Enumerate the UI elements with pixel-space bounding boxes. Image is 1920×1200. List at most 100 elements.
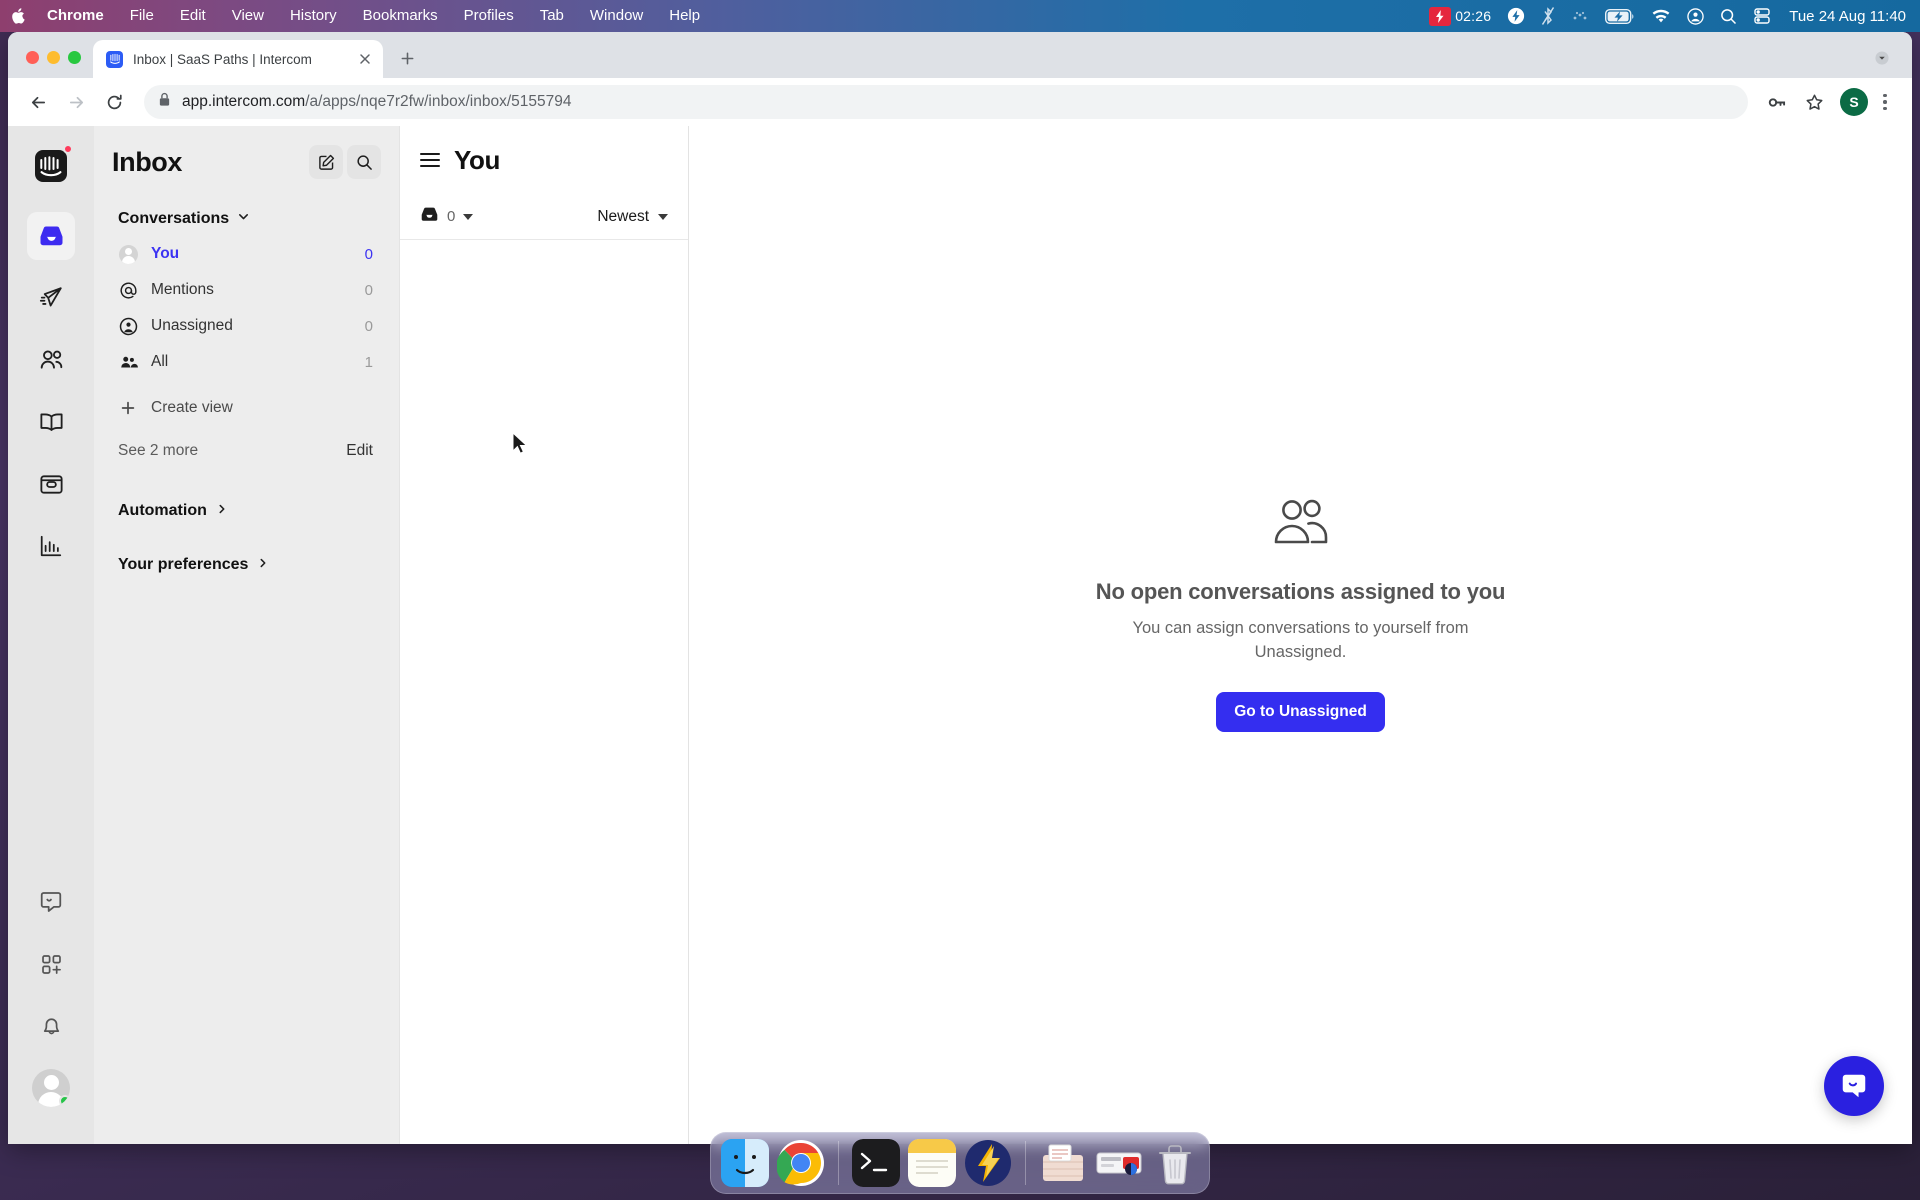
sidebar-item-you[interactable]: You 0 (112, 236, 381, 272)
caret-down-icon (463, 213, 474, 220)
empty-state-subtitle: You can assign conversations to yourself… (1132, 618, 1469, 661)
dock-item-documents-stack[interactable] (1039, 1139, 1087, 1187)
people-icon (118, 353, 138, 372)
dots-icon[interactable] (1571, 0, 1589, 32)
sidebar-item-articles[interactable] (27, 398, 75, 446)
maximize-window-button[interactable] (68, 51, 81, 64)
browser-tab[interactable]: Inbox | SaaS Paths | Intercom (93, 40, 383, 78)
star-icon[interactable] (1796, 84, 1832, 120)
dock-item-finder[interactable] (721, 1139, 769, 1187)
compose-icon[interactable] (309, 145, 343, 179)
inbox-filter-button[interactable]: 0 (420, 205, 474, 228)
menu-item-file[interactable]: File (117, 0, 167, 32)
chevron-right-icon (257, 556, 269, 574)
close-window-button[interactable] (26, 51, 39, 64)
bell-icon[interactable] (27, 1002, 75, 1050)
wifi-icon[interactable] (1651, 0, 1671, 32)
hamburger-menu-icon[interactable] (420, 153, 440, 167)
bluetooth-off-icon[interactable] (1541, 0, 1555, 32)
chrome-browser-window: Inbox | SaaS Paths | Intercom app.interc… (8, 32, 1912, 1144)
menu-item-bookmarks[interactable]: Bookmarks (350, 0, 451, 32)
sidebar-item-contacts[interactable] (27, 336, 75, 384)
battery-charging-icon[interactable] (1605, 0, 1635, 32)
create-view-button[interactable]: Create view (112, 390, 381, 426)
notification-badge (63, 144, 73, 154)
sort-dropdown[interactable]: Newest (597, 208, 668, 226)
profile-avatar[interactable]: S (1840, 88, 1868, 116)
conversations-label: Conversations (118, 210, 230, 227)
lock-icon[interactable] (158, 92, 171, 112)
url-host: app.intercom.com (182, 93, 306, 110)
dock-item-lightning-app[interactable] (964, 1139, 1012, 1187)
conversation-list-title: You (454, 144, 500, 175)
conversation-detail-panel: No open conversations assigned to you Yo… (689, 126, 1912, 1144)
url-path: /a/apps/nqe7r2fw/inbox/inbox/5155794 (305, 93, 572, 110)
control-center-icon[interactable] (1687, 0, 1704, 32)
lightning-bolt-icon[interactable] (1507, 0, 1525, 32)
menu-item-window[interactable]: Window (577, 0, 656, 32)
menu-item-profiles[interactable]: Profiles (451, 0, 527, 32)
three-dots-menu-icon[interactable] (1870, 84, 1900, 120)
conversation-list-header: You (400, 126, 688, 194)
password-key-icon[interactable] (1758, 84, 1794, 120)
menu-item-help[interactable]: Help (656, 0, 713, 32)
sidebar-item-reports[interactable] (27, 522, 75, 570)
inbox-sidebar: Inbox Conversations You 0 Mentions 0 Una… (94, 126, 399, 1144)
screen-mirroring-icon[interactable] (1753, 0, 1771, 32)
see-more-button[interactable]: See 2 more (118, 442, 346, 460)
sidebar-item-label: All (151, 353, 169, 370)
forward-arrow-icon[interactable] (58, 84, 94, 120)
record-badge-icon (1429, 6, 1452, 26)
intercom-logo-icon[interactable] (27, 142, 75, 190)
user-avatar[interactable] (27, 1064, 75, 1112)
menu-bar-clock[interactable]: Tue 24 Aug 11:40 (1787, 8, 1906, 25)
new-tab-button[interactable] (390, 41, 424, 75)
dock-item-notes[interactable] (908, 1139, 956, 1187)
sidebar-item-outbound[interactable] (27, 274, 75, 322)
menu-item-tab[interactable]: Tab (527, 0, 577, 32)
avatar-icon (32, 1069, 70, 1107)
apps-grid-plus-icon[interactable] (27, 940, 75, 988)
sidebar-item-count: 0 (364, 281, 373, 299)
dock-item-chrome[interactable] (777, 1139, 825, 1187)
back-arrow-icon[interactable] (20, 84, 56, 120)
user-circle-icon (118, 317, 138, 336)
go-to-unassigned-button[interactable]: Go to Unassigned (1216, 692, 1385, 733)
dock-separator (1025, 1141, 1026, 1185)
macos-menu-bar: Chrome File Edit View History Bookmarks … (0, 0, 1920, 32)
sidebar-item-inbox[interactable] (27, 212, 75, 260)
sidebar-header: Inbox (112, 126, 381, 192)
mouse-cursor (512, 432, 528, 454)
screen-recording-indicator[interactable]: 02:26 (1429, 6, 1491, 26)
menu-item-history[interactable]: History (277, 0, 350, 32)
intercom-app: Inbox Conversations You 0 Mentions 0 Una… (8, 126, 1912, 1144)
caret-down-icon (658, 213, 668, 220)
menu-item-view[interactable]: View (219, 0, 277, 32)
apple-logo-icon[interactable] (0, 7, 34, 25)
intercom-messenger-launcher[interactable] (1824, 1056, 1884, 1116)
sidebar-item-count: 1 (364, 353, 373, 371)
dock-item-terminal[interactable] (852, 1139, 900, 1187)
sidebar-item-all[interactable]: All 1 (112, 344, 381, 380)
sidebar-item-automation[interactable]: Automation (112, 486, 381, 526)
reload-icon[interactable] (96, 84, 132, 120)
chevron-down-icon[interactable] (1870, 46, 1894, 70)
spotlight-search-icon[interactable] (1720, 0, 1737, 32)
sidebar-item-messenger[interactable] (27, 460, 75, 508)
menu-app-name[interactable]: Chrome (34, 0, 117, 32)
close-icon[interactable] (355, 49, 375, 69)
edit-views-button[interactable]: Edit (346, 442, 373, 460)
sidebar-item-preferences[interactable]: Your preferences (112, 540, 381, 580)
conversations-section-header[interactable]: Conversations (112, 192, 381, 236)
sidebar-item-count: 0 (364, 245, 373, 263)
help-messenger-icon[interactable] (27, 878, 75, 926)
search-icon[interactable] (347, 145, 381, 179)
window-traffic-lights (18, 51, 93, 78)
sidebar-item-unassigned[interactable]: Unassigned 0 (112, 308, 381, 344)
sidebar-item-mentions[interactable]: Mentions 0 (112, 272, 381, 308)
dock-item-trash[interactable] (1151, 1139, 1199, 1187)
minimize-window-button[interactable] (47, 51, 60, 64)
menu-item-edit[interactable]: Edit (167, 0, 219, 32)
dock-item-screenshot-file[interactable] (1095, 1139, 1143, 1187)
address-bar[interactable]: app.intercom.com/a/apps/nqe7r2fw/inbox/i… (144, 85, 1748, 119)
